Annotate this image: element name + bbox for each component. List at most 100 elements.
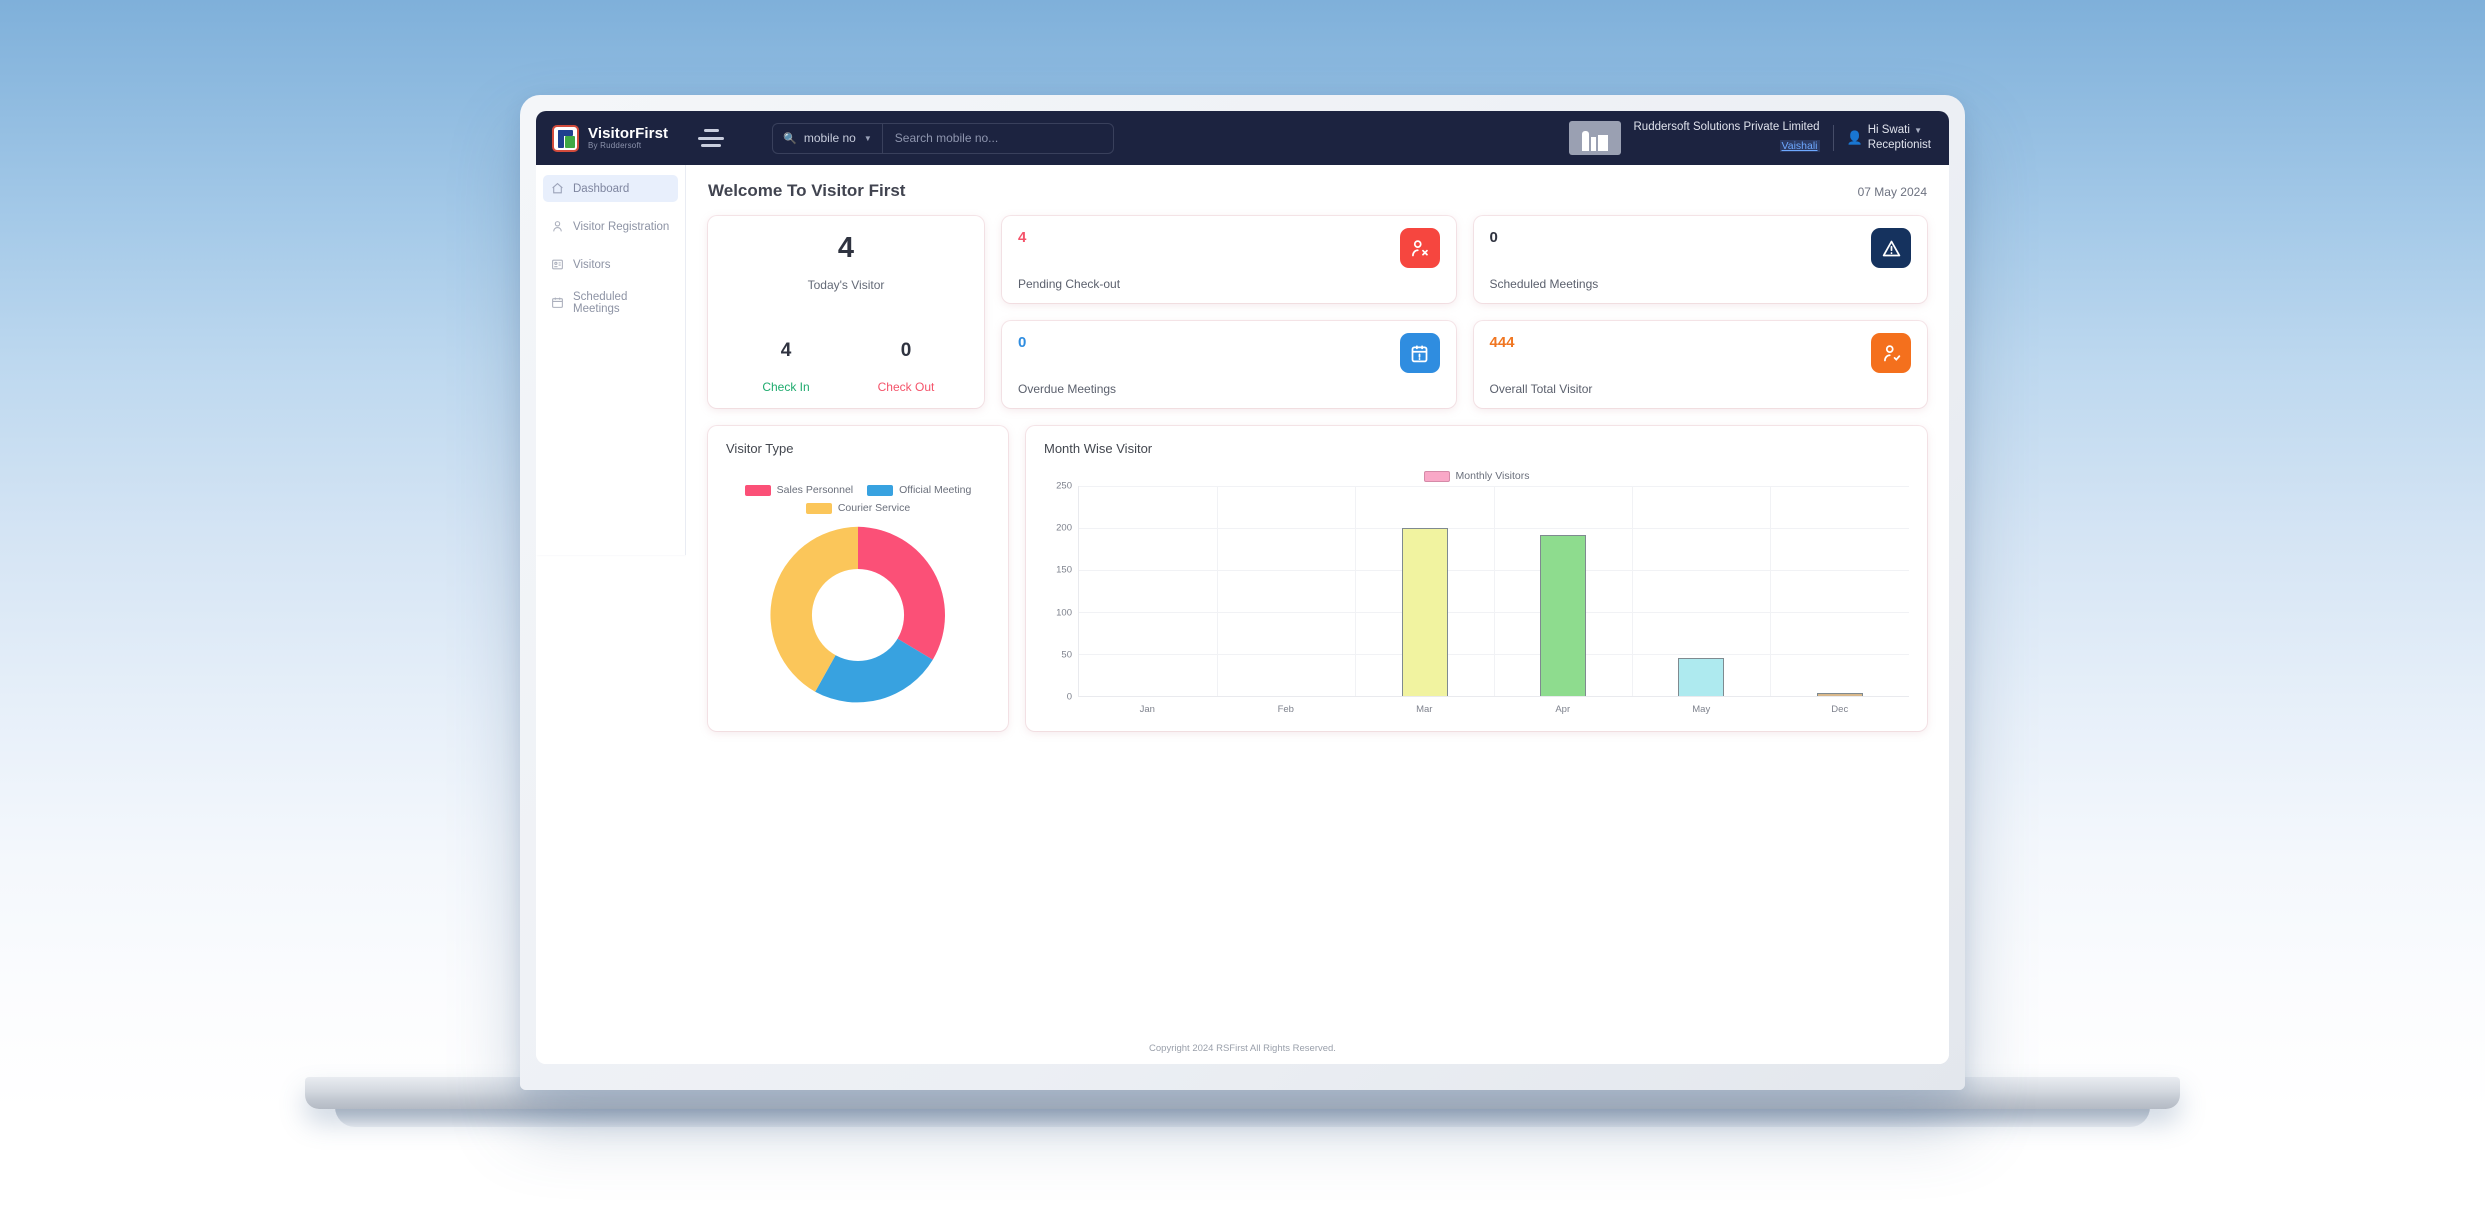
user-pending-icon	[1399, 228, 1440, 268]
legend-item-official-meeting[interactable]: Official Meeting	[867, 484, 971, 496]
legend-swatch	[805, 502, 832, 514]
donut-chart	[726, 514, 990, 715]
company-block: Ruddersoft Solutions Private Limited Vai…	[1634, 120, 1820, 156]
check-in-value: 4	[780, 340, 792, 361]
check-in-cell: 4 Check In	[726, 340, 846, 394]
bar-slot-mar	[1356, 486, 1494, 696]
todays-visitor-column: 4 Today's Visitor 4 Check In 0 Check Out	[708, 216, 984, 408]
sidebar-item-visitors[interactable]: Visitors	[543, 251, 678, 278]
x-tick: Mar	[1416, 704, 1433, 715]
visitor-type-title: Visitor Type	[726, 441, 794, 456]
legend-item-sales-personnel[interactable]: Sales Personnel	[744, 484, 854, 496]
x-tick: Jan	[1139, 704, 1155, 715]
bar-apr[interactable]	[1540, 534, 1587, 696]
alert-triangle-icon	[1871, 228, 1911, 268]
card-pending-checkout[interactable]: 4 Pending Check-out	[1002, 216, 1456, 303]
main-content: Welcome To Visitor First 07 May 2024 4 T…	[686, 165, 1949, 1035]
current-date: 07 May 2024	[1857, 185, 1927, 199]
sidebar-item-dashboard[interactable]: Dashboard	[543, 175, 678, 202]
month-wise-visitor-title: Month Wise Visitor	[1044, 441, 1153, 456]
plot	[1078, 486, 1909, 697]
user-avatar-icon: 👤	[1846, 129, 1863, 145]
card-overall-total-visitor[interactable]: 444 Overall Total Visitor	[1473, 321, 1927, 408]
legend-label: Sales Personnel	[776, 484, 854, 496]
search-input[interactable]	[881, 122, 1114, 154]
bar-slot-may	[1632, 486, 1770, 696]
bar-slot-feb	[1217, 486, 1355, 696]
y-tick: 150	[1056, 564, 1072, 576]
visitor-type-legend: Sales Personnel Official Meeting Courier…	[726, 484, 990, 514]
check-out-value: 0	[900, 340, 912, 361]
topbar-right-cluster: Ruddersoft Solutions Private Limited Vai…	[1568, 120, 1938, 156]
search-bar: 🔍 mobile no ▼	[772, 122, 1114, 154]
bar-may[interactable]	[1678, 658, 1725, 696]
menu-toggle-icon[interactable]	[698, 129, 725, 147]
chevron-down-icon: ▼	[1911, 126, 1923, 136]
bar-slot-jan	[1079, 486, 1217, 696]
legend-swatch	[1423, 470, 1450, 482]
card-month-wise-visitor-chart: Month Wise Visitor Monthly Visitors 250 …	[1026, 426, 1927, 731]
bars	[1079, 486, 1909, 696]
topbar-divider	[1832, 124, 1834, 151]
calendar-icon	[552, 297, 563, 308]
y-tick: 0	[1066, 691, 1072, 703]
overall-total-visitor-value: 444	[1489, 334, 1515, 351]
stat-cards-row-2: 0 Overdue Meetings 444 Overall Total Vis…	[1002, 321, 1927, 408]
sidebar-item-label: Scheduled Meetings	[573, 290, 628, 315]
visitor-type-donut[interactable]	[760, 517, 956, 713]
y-tick: 100	[1056, 607, 1072, 619]
page-title: Welcome To Visitor First	[708, 181, 906, 200]
legend-item-courier-service[interactable]: Courier Service	[805, 502, 910, 514]
card-overdue-meetings[interactable]: 0 Overdue Meetings	[1002, 321, 1456, 408]
y-tick: 250	[1056, 480, 1072, 492]
scheduled-meetings-value: 0	[1489, 229, 1498, 246]
chevron-down-icon: ▼	[863, 133, 872, 143]
laptop-mockup: VisitorFirst By Ruddersoft 🔍 mobile no ▼	[305, 95, 2180, 1127]
sidebar: Dashboard Visitor Registration Visitors …	[536, 165, 686, 555]
todays-visitor-label: Today's Visitor	[807, 278, 885, 292]
y-tick: 50	[1061, 649, 1072, 661]
overdue-meetings-label: Overdue Meetings	[1018, 382, 1117, 396]
pending-checkout-label: Pending Check-out	[1018, 277, 1121, 291]
bar-dec[interactable]	[1816, 692, 1863, 696]
x-tick: Apr	[1555, 704, 1571, 715]
bar-slot-dec	[1771, 486, 1909, 696]
brand-logo[interactable]: VisitorFirst By Ruddersoft	[552, 124, 669, 152]
company-logo-icon	[1568, 120, 1621, 155]
overdue-meetings-value: 0	[1018, 334, 1027, 351]
check-in-out-split: 4 Check In 0 Check Out	[726, 340, 966, 394]
calendar-alert-icon	[1399, 333, 1440, 373]
user-menu[interactable]: 👤 Hi Swati ▼ Receptionist	[1847, 123, 1931, 153]
app-screen: VisitorFirst By Ruddersoft 🔍 mobile no ▼	[536, 111, 1949, 1064]
sidebar-item-label: Visitors	[573, 258, 611, 271]
search-type-value: mobile no	[803, 131, 856, 145]
check-out-label: Check Out	[877, 380, 935, 394]
sidebar-item-label: Visitor Registration	[573, 220, 670, 233]
search-icon: 🔍	[783, 132, 797, 145]
company-branch-link[interactable]: Vaishali	[1779, 140, 1820, 153]
y-tick: 200	[1056, 522, 1072, 534]
search-type-select[interactable]: 🔍 mobile no ▼	[772, 122, 882, 154]
check-in-label: Check In	[762, 380, 810, 394]
card-scheduled-meetings[interactable]: 0 Scheduled Meetings	[1473, 216, 1927, 303]
bar-mar[interactable]	[1401, 528, 1448, 696]
id-card-icon	[552, 259, 563, 270]
app-body: Dashboard Visitor Registration Visitors …	[536, 165, 1949, 1035]
bar-slot-apr	[1494, 486, 1632, 696]
card-visitor-type-chart: Visitor Type Sales Personnel Official Me…	[708, 426, 1008, 731]
company-name: Ruddersoft Solutions Private Limited	[1633, 121, 1820, 134]
home-icon	[552, 182, 563, 194]
legend-swatch	[744, 484, 771, 496]
stat-cards-column: 4 Pending Check-out 0 Scheduled Meetings…	[1002, 216, 1927, 408]
brand-subtitle: By Ruddersoft	[588, 140, 642, 150]
background-scene: VisitorFirst By Ruddersoft 🔍 mobile no ▼	[0, 0, 2485, 1207]
sidebar-item-scheduled-meetings[interactable]: Scheduled Meetings	[543, 289, 678, 316]
check-out-cell: 0 Check Out	[846, 340, 966, 394]
card-todays-visitor[interactable]: 4 Today's Visitor 4 Check In 0 Check Out	[708, 216, 984, 408]
brand-title: VisitorFirst	[588, 125, 669, 143]
month-wise-legend: Monthly Visitors	[1044, 470, 1909, 482]
sidebar-item-visitor-registration[interactable]: Visitor Registration	[543, 213, 678, 240]
legend-item-monthly-visitors[interactable]: Monthly Visitors	[1423, 470, 1529, 482]
stat-cards-row-1: 4 Pending Check-out 0 Scheduled Meetings	[1002, 216, 1927, 303]
user-greeting: Hi Swati	[1867, 124, 1910, 137]
